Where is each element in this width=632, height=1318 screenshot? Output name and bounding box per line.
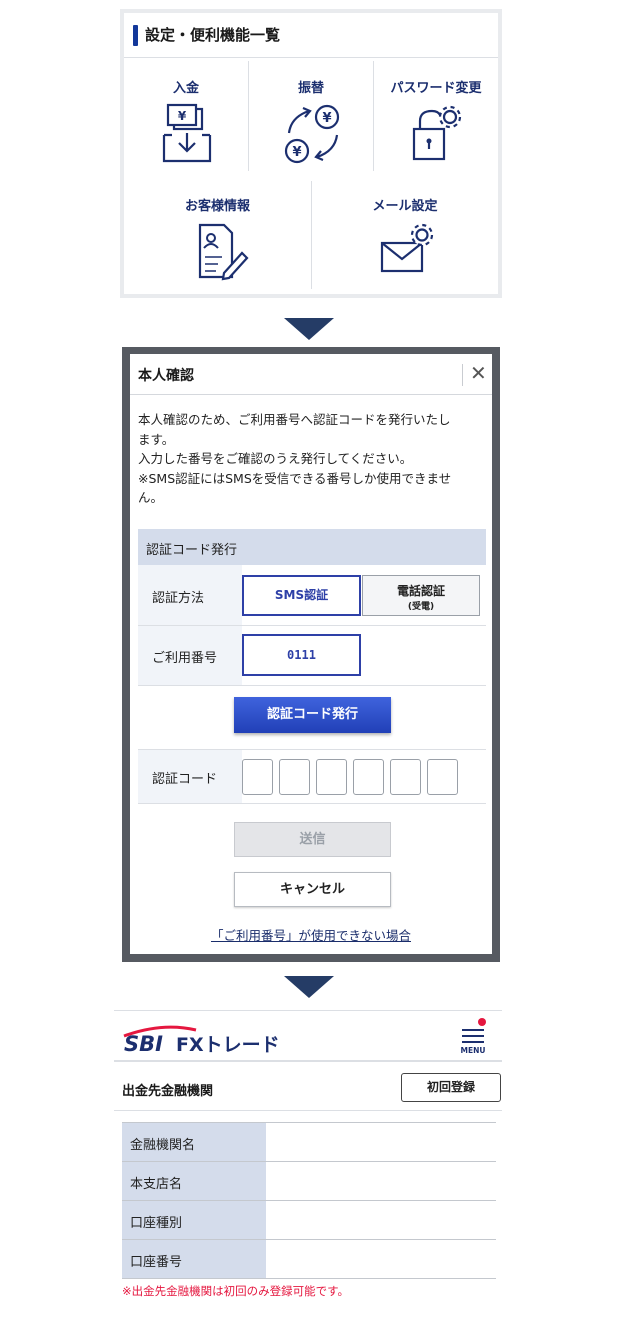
table-key-cell: 口座種別 [122, 1201, 266, 1239]
section-divider [114, 1110, 502, 1111]
svg-text:¥: ¥ [292, 145, 301, 160]
mail-settings-item[interactable]: メール設定 [312, 175, 498, 294]
number-select[interactable]: 0111 [242, 634, 361, 676]
dialog-title: 本人確認 [138, 368, 194, 384]
menu-icon [462, 1035, 484, 1037]
code-label: 認証コード [152, 772, 218, 787]
auth-method-row: 認証方法 SMS認証 電話認証 (受電) [138, 565, 486, 626]
notification-dot [478, 1018, 486, 1026]
code-digit-input[interactable] [279, 759, 310, 795]
code-label-cell: 認証コード [138, 750, 242, 803]
settings-title-bar: 設定・便利機能一覧 [124, 13, 498, 58]
description-line: 入力した番号をご確認のうえ発行してください。 [138, 451, 413, 466]
auth-method-label-cell: 認証方法 [138, 565, 242, 625]
identity-dialog: 本人確認 ✕ 本人確認のため、ご利用番号へ認証コードを発行いたし ます。 入力し… [130, 354, 492, 954]
customer-info-label: お客様情報 [184, 199, 250, 214]
phone-auth-label: 電話認証 [396, 584, 445, 598]
section-title: 認証コード発行 [146, 543, 238, 558]
table-row: 本支店名 [122, 1162, 496, 1201]
description-line: ます。 [138, 431, 175, 447]
deposit-label: 入金 [172, 81, 199, 96]
mail-settings-icon [380, 223, 434, 273]
logo-fx-text: FXトレード [176, 1034, 280, 1054]
dialog-header: 本人確認 ✕ [130, 354, 492, 395]
phone-auth-sublabel: (受電) [407, 602, 435, 612]
table-key-cell: 口座番号 [122, 1240, 266, 1278]
table-key-cell: 金融機関名 [122, 1123, 266, 1161]
description-line: ※SMS認証にはSMSを受信できる番号しか使用できませ [138, 470, 452, 486]
flow-arrow-down [284, 976, 334, 998]
menu-button[interactable]: MENU [458, 1018, 488, 1058]
table-row: 口座種別 [122, 1201, 496, 1240]
logo-sbi-text: SBI [124, 1032, 163, 1054]
register-note: ※出金先金融機関は初回のみ登録可能です。 [122, 1284, 349, 1298]
number-label: ご利用番号 [152, 651, 218, 666]
password-change-label: パスワード変更 [390, 81, 482, 96]
table-key-cell: 本支店名 [122, 1162, 266, 1200]
deposit-icon: ¥ [162, 103, 212, 163]
code-row: 認証コード [138, 749, 486, 804]
svg-text:¥: ¥ [178, 109, 187, 123]
withdraw-bank-title: 出金先金融機関 [122, 1084, 214, 1099]
number-unavailable-link[interactable]: 「ご利用番号」が使用できない場合 [130, 925, 492, 944]
settings-title: 設定・便利機能一覧 [145, 26, 281, 44]
mail-settings-label: メール設定 [372, 199, 438, 214]
title-accent-bar [133, 25, 138, 46]
table-key: 本支店名 [130, 1177, 183, 1192]
menu-icon [462, 1029, 484, 1031]
sms-auth-button[interactable]: SMS認証 [242, 575, 361, 616]
sbi-fx-logo[interactable]: SBI FXトレード [122, 1024, 282, 1054]
password-change-icon [412, 105, 462, 161]
close-separator [462, 364, 463, 386]
close-icon[interactable]: ✕ [470, 361, 487, 385]
cancel-button[interactable]: キャンセル [234, 872, 391, 907]
transfer-item[interactable]: 振替 ¥ ¥ [249, 57, 373, 175]
table-key: 口座種別 [130, 1216, 183, 1231]
send-button[interactable]: 送信 [234, 822, 391, 857]
code-digit-input[interactable] [353, 759, 384, 795]
phone-auth-button[interactable]: 電話認証 (受電) [362, 575, 480, 616]
bank-info-table: 金融機関名 本支店名 口座種別 口座番号 [122, 1122, 496, 1279]
header-divider [114, 1060, 502, 1062]
menu-label: MENU [460, 1046, 486, 1055]
customer-info-icon [198, 223, 249, 281]
password-change-item[interactable]: パスワード変更 [374, 57, 498, 175]
customer-info-item[interactable]: お客様情報 [124, 175, 311, 294]
table-row: 金融機関名 [122, 1123, 496, 1162]
section-header: 認証コード発行 [138, 529, 486, 565]
code-digit-input[interactable] [242, 759, 273, 795]
number-row: ご利用番号 0111 [138, 626, 486, 686]
menu-icon [462, 1041, 484, 1043]
identity-dialog-frame: 本人確認 ✕ 本人確認のため、ご利用番号へ認証コードを発行いたし ます。 入力し… [122, 347, 500, 962]
settings-card: 設定・便利機能一覧 入金 ¥ 振替 ¥ ¥ パスワード変更 お客様情報 メール設… [124, 13, 498, 294]
dialog-description: 本人確認のため、ご利用番号へ認証コードを発行いたし ます。 入力した番号をご確認… [138, 410, 488, 508]
svg-text:¥: ¥ [322, 111, 331, 126]
first-register-button[interactable]: 初回登録 [401, 1073, 501, 1102]
number-label-cell: ご利用番号 [138, 626, 242, 685]
deposit-item[interactable]: 入金 ¥ [124, 57, 248, 175]
fx-withdraw-page: SBI FXトレード MENU 出金先金融機関 初回登録 金融機関名 本支店名 … [114, 1010, 502, 1310]
flow-arrow-down [284, 318, 334, 340]
table-row: 口座番号 [122, 1240, 496, 1279]
code-digit-input[interactable] [316, 759, 347, 795]
issue-code-button[interactable]: 認証コード発行 [234, 697, 391, 733]
description-line: ん。 [138, 490, 164, 505]
top-divider [114, 1010, 502, 1011]
auth-method-label: 認証方法 [152, 591, 205, 606]
table-key: 口座番号 [130, 1255, 183, 1270]
table-key: 金融機関名 [130, 1138, 196, 1153]
description-line: 本人確認のため、ご利用番号へ認証コードを発行いたし [138, 412, 451, 427]
settings-panel: 設定・便利機能一覧 入金 ¥ 振替 ¥ ¥ パスワード変更 お客様情報 メール設… [120, 9, 502, 298]
code-digit-input[interactable] [390, 759, 421, 795]
transfer-icon: ¥ ¥ [284, 104, 340, 164]
transfer-label: 振替 [297, 81, 324, 96]
code-digit-input[interactable] [427, 759, 458, 795]
